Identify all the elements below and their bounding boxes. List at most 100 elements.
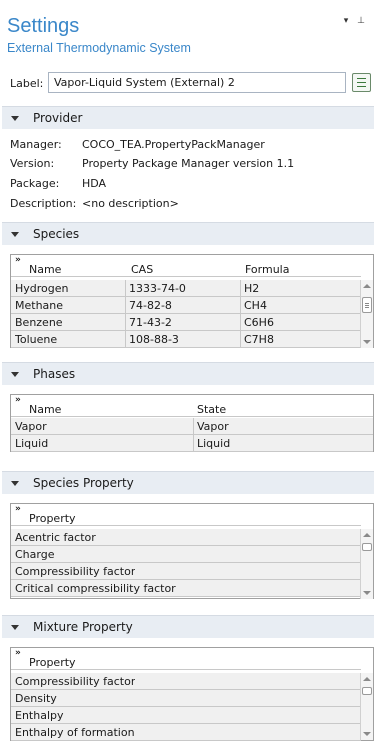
table-row[interactable]: Density: [11, 690, 361, 707]
edit-label-button[interactable]: [352, 73, 371, 92]
scroll-thumb[interactable]: [362, 543, 372, 551]
table-row[interactable]: Methane 74-82-8 CH4: [11, 297, 361, 314]
field-key: Description:: [10, 197, 77, 210]
mixture-property-scrollbar[interactable]: [360, 673, 373, 740]
table-header: » Property: [11, 648, 361, 670]
section-title: Mixture Property: [33, 620, 133, 634]
section-title: Provider: [33, 111, 83, 125]
section-provider[interactable]: Provider: [2, 106, 374, 129]
column-header-cas[interactable]: CAS: [131, 263, 153, 276]
scroll-up-icon[interactable]: [363, 677, 371, 681]
column-header-formula[interactable]: Formula: [245, 263, 289, 276]
cell-formula: H2: [244, 282, 260, 295]
collapse-triangle-icon: [11, 625, 19, 630]
cell-cas: 71-43-2: [129, 316, 172, 329]
expand-columns-icon[interactable]: »: [15, 395, 21, 405]
table-row[interactable]: Charge: [11, 546, 361, 563]
table-row[interactable]: Liquid Liquid: [11, 435, 373, 452]
expand-columns-icon[interactable]: »: [15, 648, 21, 658]
cell-property: Compressibility factor: [15, 675, 136, 688]
cell-name: Liquid: [15, 437, 49, 450]
cell-property: Critical compressibility factor: [15, 582, 176, 595]
scroll-up-icon[interactable]: [363, 533, 371, 537]
cell-property: Enthalpy: [15, 709, 64, 722]
label-input[interactable]: [48, 72, 346, 93]
scroll-down-icon[interactable]: [363, 591, 371, 595]
field-key: Package:: [10, 177, 60, 190]
collapse-triangle-icon: [11, 232, 19, 237]
section-title: Species: [33, 227, 80, 241]
section-phases[interactable]: Phases: [2, 362, 374, 385]
phases-table: » Name State Vapor Vapor Liquid Liquid: [10, 394, 374, 452]
cell-state: Vapor: [197, 420, 229, 433]
table-row[interactable]: Compressibility factor: [11, 563, 361, 580]
cell-name: Benzene: [15, 316, 63, 329]
cell-cas: 74-82-8: [129, 299, 172, 312]
scroll-down-icon[interactable]: [363, 732, 371, 736]
column-divider: [193, 418, 194, 452]
cell-formula: C6H6: [244, 316, 274, 329]
section-title: Species Property: [33, 476, 134, 490]
field-value: <no description>: [82, 197, 179, 210]
column-divider: [125, 280, 126, 348]
table-row[interactable]: Vapor Vapor: [11, 418, 373, 435]
section-title: Phases: [33, 367, 76, 381]
settings-header: Settings External Thermodynamic System ▾…: [0, 0, 376, 64]
expand-columns-icon[interactable]: »: [15, 255, 21, 265]
table-row[interactable]: Acentric factor: [11, 529, 361, 546]
scroll-down-icon[interactable]: [363, 340, 371, 344]
page-title: Settings: [7, 15, 80, 37]
field-key: Version:: [10, 157, 55, 170]
cell-cas: 108-88-3: [129, 333, 179, 346]
field-value: Property Package Manager version 1.1: [82, 157, 295, 170]
scroll-up-icon[interactable]: [363, 284, 371, 288]
cell-cas: 1333-74-0: [129, 282, 186, 295]
column-header-name[interactable]: Name: [29, 263, 61, 276]
column-divider: [240, 280, 241, 348]
cell-name: Hydrogen: [15, 282, 69, 295]
field-value: COCO_TEA.PropertyPackManager: [82, 138, 265, 151]
field-key: Manager:: [10, 138, 62, 151]
field-value: HDA: [82, 177, 107, 190]
column-header-name[interactable]: Name: [29, 403, 61, 416]
species-scrollbar[interactable]: [360, 280, 373, 348]
cell-property: Compressibility factor: [15, 565, 136, 578]
window-controls[interactable]: ▾ ⊥: [344, 16, 368, 26]
cell-formula: C7H8: [244, 333, 274, 346]
section-species-property[interactable]: Species Property: [2, 471, 374, 494]
cell-state: Liquid: [197, 437, 231, 450]
cell-name: Methane: [15, 299, 64, 312]
collapse-triangle-icon: [11, 116, 19, 121]
table-row[interactable]: Compressibility factor: [11, 673, 361, 690]
mixture-property-table: » Property Compressibility factor Densit…: [10, 647, 374, 741]
column-header-state[interactable]: State: [197, 403, 226, 416]
cell-property: Charge: [15, 548, 55, 561]
section-species[interactable]: Species: [2, 222, 374, 245]
table-row[interactable]: Enthalpy of formation: [11, 724, 361, 741]
section-mixture-property[interactable]: Mixture Property: [2, 615, 374, 638]
cell-property: Enthalpy of formation: [15, 726, 135, 739]
table-row[interactable]: Critical compressibility factor: [11, 580, 361, 597]
cell-property: Acentric factor: [15, 531, 96, 544]
species-table: » Name CAS Formula Hydrogen 1333-74-0 H2…: [10, 254, 374, 348]
table-row[interactable]: Enthalpy: [11, 707, 361, 724]
label-row: Label:: [0, 70, 376, 96]
table-header: » Property: [11, 504, 361, 526]
expand-columns-icon[interactable]: »: [15, 504, 21, 514]
table-header: » Name State: [11, 395, 373, 417]
table-row[interactable]: Benzene 71-43-2 C6H6: [11, 314, 361, 331]
cell-name: Vapor: [15, 420, 47, 433]
column-header-property[interactable]: Property: [29, 656, 76, 669]
scroll-thumb[interactable]: [362, 297, 372, 313]
collapse-triangle-icon: [11, 372, 19, 377]
scroll-thumb[interactable]: [362, 687, 372, 695]
label-caption: Label:: [10, 77, 44, 90]
cell-formula: CH4: [244, 299, 267, 312]
column-header-property[interactable]: Property: [29, 512, 76, 525]
page-subtitle: External Thermodynamic System: [7, 41, 191, 55]
table-row[interactable]: Hydrogen 1333-74-0 H2: [11, 280, 361, 297]
table-row[interactable]: Toluene 108-88-3 C7H8: [11, 331, 361, 348]
species-property-scrollbar[interactable]: [360, 529, 373, 599]
cell-name: Toluene: [15, 333, 58, 346]
collapse-triangle-icon: [11, 481, 19, 486]
